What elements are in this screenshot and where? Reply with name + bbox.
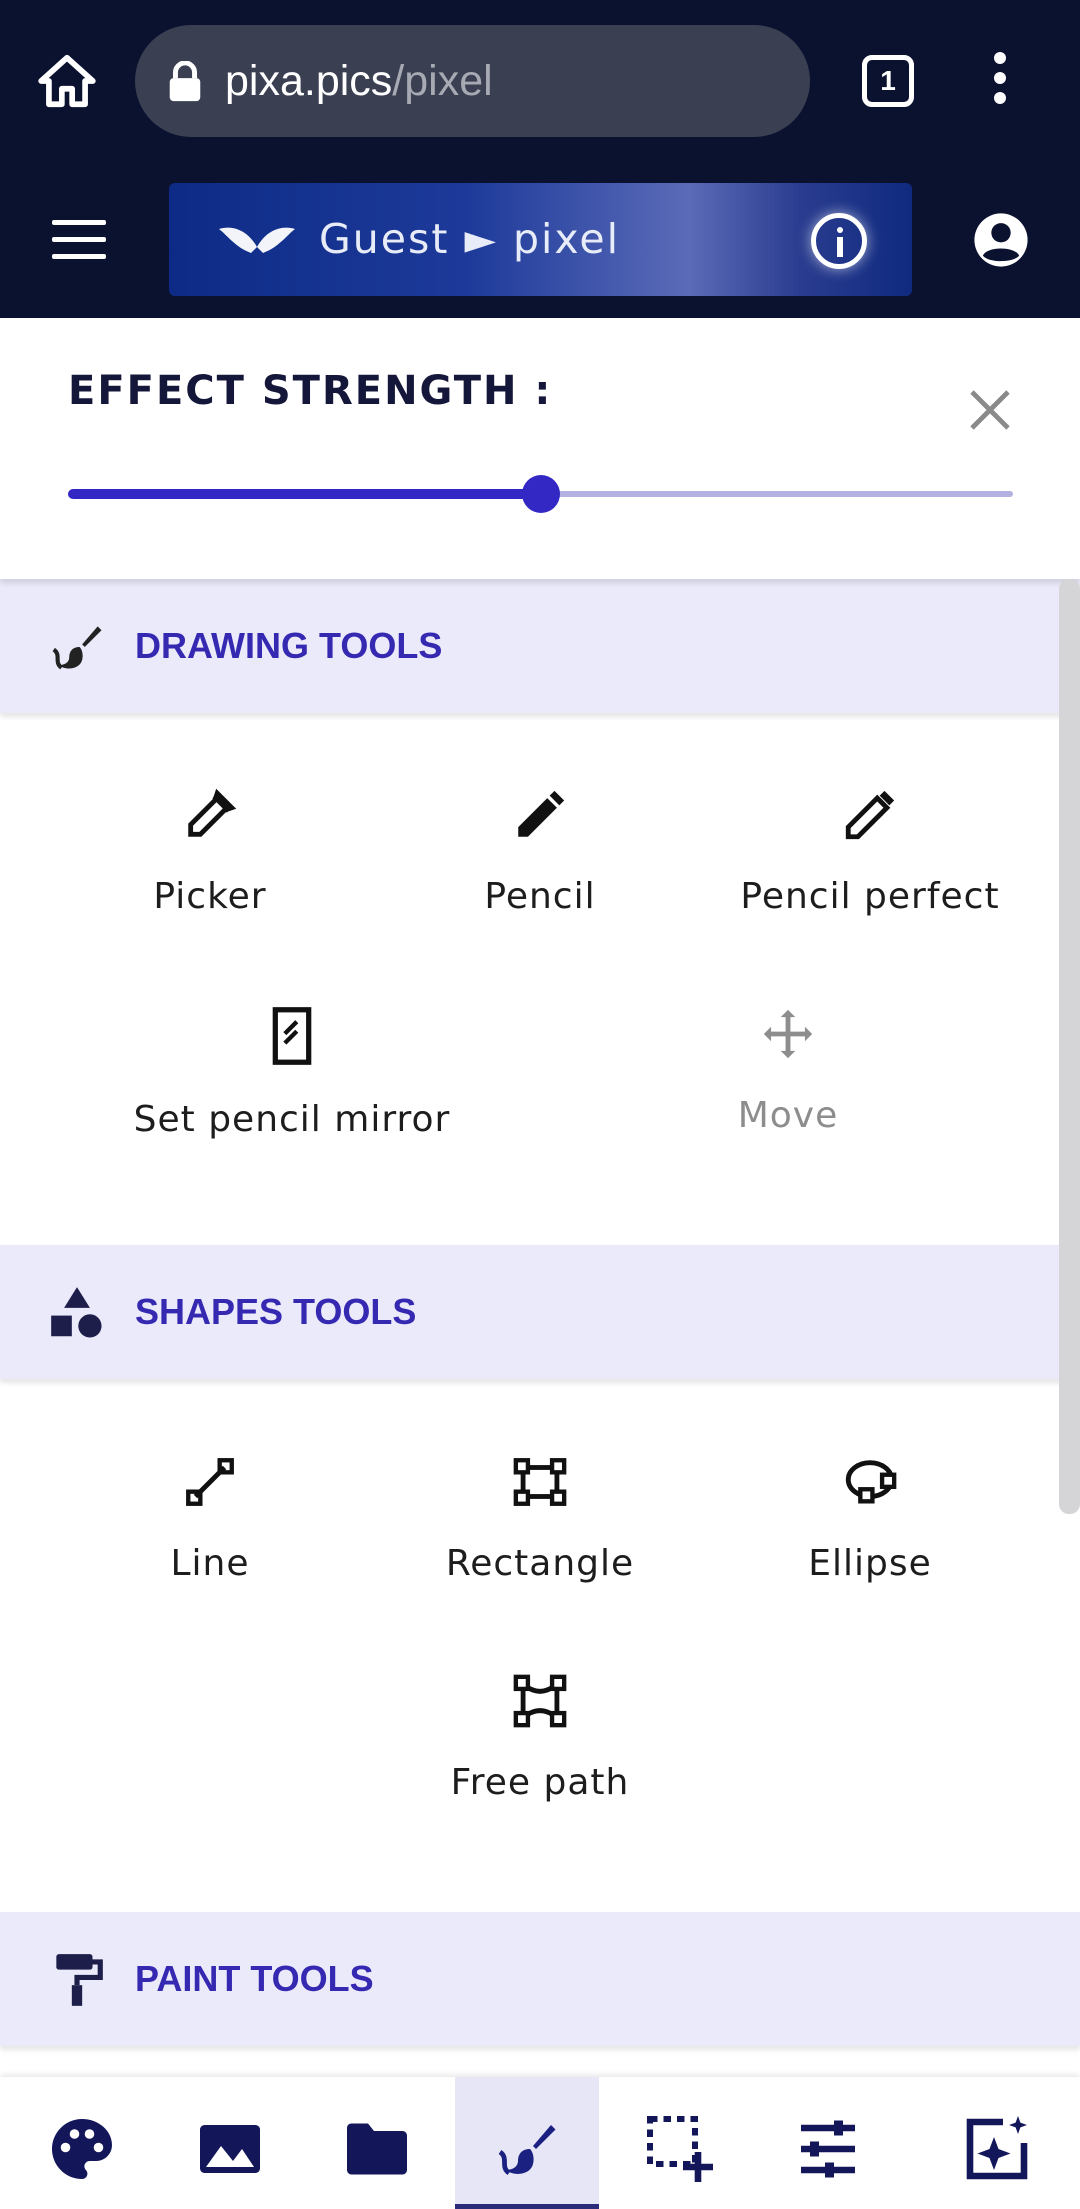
tool-rectangle[interactable]: Rectangle bbox=[380, 1453, 700, 1584]
ellipse-icon bbox=[845, 1460, 897, 1504]
section-title-shapes: SHAPES TOOLS bbox=[135, 1291, 417, 1332]
free-path-icon bbox=[513, 1674, 567, 1728]
rectangle-icon bbox=[513, 1458, 567, 1506]
tool-label: Picker bbox=[153, 876, 267, 917]
nav-image[interactable] bbox=[158, 2077, 302, 2209]
address-bar[interactable]: pixa.pics/pixel bbox=[135, 25, 810, 137]
section-title-drawing: DRAWING TOOLS bbox=[135, 625, 443, 666]
effect-strength-slider[interactable] bbox=[68, 475, 1013, 513]
pencil-icon bbox=[518, 790, 565, 837]
scrollbar[interactable] bbox=[1059, 579, 1080, 1514]
home-icon[interactable] bbox=[36, 50, 98, 112]
pencil-outline-icon bbox=[845, 790, 895, 840]
url-domain: pixa.pics bbox=[225, 57, 393, 105]
url-text: pixa.pics/pixel bbox=[225, 25, 493, 137]
folder-icon bbox=[347, 2123, 407, 2175]
tool-line[interactable]: Line bbox=[50, 1453, 370, 1584]
lock-icon bbox=[169, 61, 201, 102]
slider-fill bbox=[68, 489, 541, 499]
nav-folder[interactable] bbox=[305, 2077, 449, 2209]
tool-pencil[interactable]: Pencil bbox=[380, 786, 700, 917]
eyedropper-icon bbox=[188, 788, 237, 837]
tool-label: Free path bbox=[450, 1762, 630, 1803]
browser-menu-icon[interactable] bbox=[985, 52, 1015, 112]
tool-move[interactable]: Move bbox=[628, 1005, 948, 1136]
title-banner: Guest ► pixel bbox=[169, 183, 912, 296]
effect-strength-panel: EFFECT STRENGTH : bbox=[0, 318, 1080, 579]
paint-roller-icon bbox=[56, 1954, 103, 2006]
tool-set-pencil-mirror[interactable]: Set pencil mirror bbox=[132, 1005, 452, 1140]
section-header-drawing[interactable]: DRAWING TOOLS bbox=[0, 579, 1080, 713]
bottom-nav bbox=[0, 2077, 1080, 2209]
selection-add-icon bbox=[647, 2116, 713, 2182]
shapes-icon bbox=[51, 1287, 102, 1338]
browser-toolbar: pixa.pics/pixel 1 bbox=[0, 0, 1080, 162]
effects-icon bbox=[966, 2116, 1028, 2180]
logo-icon bbox=[219, 227, 295, 253]
tool-label: Ellipse bbox=[808, 1543, 932, 1584]
section-header-shapes[interactable]: SHAPES TOOLS bbox=[0, 1245, 1080, 1379]
section-title-paint: PAINT TOOLS bbox=[135, 1958, 374, 1999]
tools-panel: DRAWING TOOLS Picker Pencil Pencil perfe… bbox=[0, 579, 1080, 2077]
tool-label: Set pencil mirror bbox=[133, 1099, 451, 1140]
effect-strength-label: EFFECT STRENGTH : bbox=[68, 368, 553, 414]
tool-ellipse[interactable]: Ellipse bbox=[710, 1453, 1030, 1584]
image-icon bbox=[200, 2125, 260, 2173]
mirror-icon bbox=[272, 1007, 312, 1065]
tool-label: Pencil bbox=[484, 876, 596, 917]
section-header-paint[interactable]: PAINT TOOLS bbox=[0, 1912, 1080, 2046]
info-icon[interactable] bbox=[811, 213, 867, 269]
move-icon bbox=[763, 1009, 813, 1059]
line-icon bbox=[186, 1458, 234, 1506]
tune-icon bbox=[801, 2120, 855, 2178]
nav-adjustments[interactable] bbox=[756, 2077, 900, 2209]
nav-brush[interactable] bbox=[455, 2077, 599, 2209]
tool-label: Line bbox=[170, 1543, 250, 1584]
tool-label: Rectangle bbox=[445, 1543, 635, 1584]
brush-icon bbox=[498, 2125, 556, 2175]
app-header: Guest ► pixel bbox=[0, 162, 1080, 318]
tool-pencil-perfect[interactable]: Pencil perfect bbox=[710, 786, 1030, 917]
brush-icon bbox=[52, 626, 102, 670]
tool-picker[interactable]: Picker bbox=[50, 786, 370, 917]
hamburger-menu-icon[interactable] bbox=[52, 220, 106, 260]
nav-effects[interactable] bbox=[925, 2077, 1069, 2209]
palette-icon bbox=[52, 2119, 112, 2179]
tool-free-path[interactable]: Free path bbox=[380, 1672, 700, 1803]
nav-palette[interactable] bbox=[10, 2077, 154, 2209]
url-path: /pixel bbox=[392, 57, 493, 105]
account-icon[interactable] bbox=[972, 211, 1030, 269]
tool-label: Pencil perfect bbox=[740, 876, 1000, 917]
page-title: Guest ► pixel bbox=[319, 215, 621, 263]
slider-thumb[interactable] bbox=[521, 475, 560, 513]
tab-switcher-button[interactable]: 1 bbox=[862, 55, 914, 107]
tool-label: Move bbox=[737, 1095, 839, 1136]
nav-selection[interactable] bbox=[608, 2077, 752, 2209]
close-icon[interactable] bbox=[966, 386, 1014, 434]
